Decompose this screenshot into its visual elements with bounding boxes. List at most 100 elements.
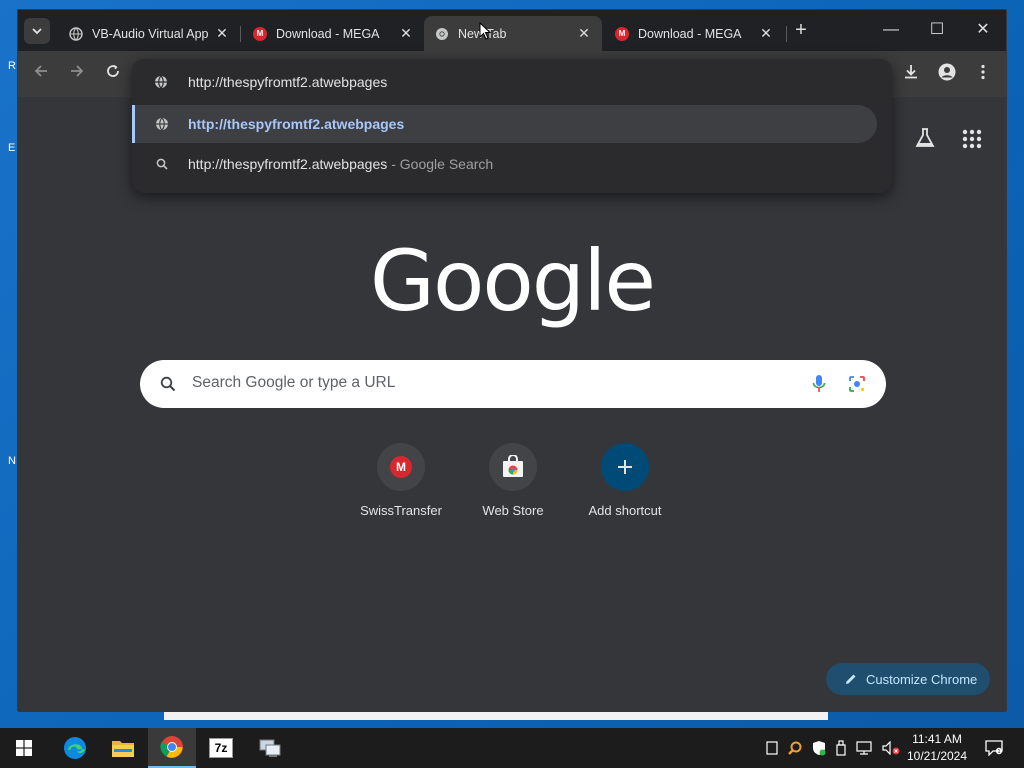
globe-icon (154, 75, 170, 89)
tab-close-icon[interactable]: ✕ (214, 25, 230, 42)
shortcut-label: Add shortcut (588, 503, 662, 518)
apps-grid-icon (962, 129, 982, 149)
taskbar-chrome[interactable] (148, 728, 196, 768)
close-window-button[interactable]: ✕ (960, 16, 1006, 46)
omnibox-suggestion-search[interactable]: http://thespyfromtf2.atwebpages - Google… (132, 145, 877, 183)
shortcut-label: SwissTransfer (360, 503, 442, 518)
tab-title: Download - MEGA (638, 26, 742, 41)
taskbar-edge[interactable] (51, 728, 99, 768)
mega-icon: M (614, 26, 630, 42)
suggestion-text: http://thespyfromtf2.atwebpages (188, 156, 388, 172)
plus-icon (618, 460, 632, 474)
minimize-button[interactable]: — (868, 16, 914, 46)
chevron-down-icon (32, 28, 42, 35)
omnibox-dropdown: http://thespyfromtf2.atwebpages http://t… (132, 59, 892, 193)
search-box[interactable]: Search Google or type a URL (140, 360, 886, 408)
tablet-mode-icon[interactable] (766, 741, 778, 755)
defender-shield-icon[interactable] (812, 740, 826, 756)
7zip-icon: 7z (209, 738, 233, 758)
shortcut-add[interactable]: Add shortcut (575, 443, 675, 518)
tab-close-icon[interactable]: ✕ (398, 25, 414, 42)
start-button[interactable] (0, 728, 48, 768)
edge-icon (64, 737, 86, 759)
chrome-icon (160, 736, 183, 758)
taskbar: 7z 11:41 AM 10/21/2024 1 (0, 728, 1024, 768)
clock-time: 11:41 AM (912, 732, 962, 746)
system-tray (766, 728, 900, 768)
windows-start-icon (16, 740, 32, 756)
new-tab-button[interactable]: + (788, 20, 814, 42)
profile-icon (938, 63, 956, 81)
shortcut-tile: M (377, 443, 425, 491)
profile-button[interactable] (936, 63, 958, 85)
notification-icon: 1 (985, 740, 1003, 756)
reload-button[interactable] (102, 63, 124, 85)
downloads-button[interactable] (900, 63, 922, 85)
back-arrow-icon (34, 65, 47, 77)
google-logo: Google (369, 232, 656, 330)
mouse-cursor-icon (479, 22, 491, 40)
forward-button[interactable] (66, 63, 88, 85)
taskbar-network-app[interactable] (246, 728, 294, 768)
omnibox-text: http://thespyfromtf2.atwebpages (188, 74, 388, 90)
taskbar-clock[interactable]: 11:41 AM 10/21/2024 (902, 731, 972, 765)
customize-label: Customize Chrome (866, 671, 978, 687)
download-icon (905, 65, 917, 79)
pencil-icon (846, 674, 856, 684)
back-button[interactable] (30, 63, 52, 85)
omnibox-suggestion-url[interactable]: http://thespyfromtf2.atwebpages (132, 105, 877, 143)
usb-device-icon[interactable] (836, 740, 846, 756)
search-icon (160, 376, 176, 392)
search-placeholder: Search Google or type a URL (192, 374, 396, 391)
tab-separator (786, 26, 787, 42)
svg-text:1: 1 (998, 749, 1001, 755)
tab-close-icon[interactable]: ✕ (758, 25, 774, 42)
taskbar-file-explorer[interactable] (99, 728, 147, 768)
clock-date: 10/21/2024 (906, 749, 968, 763)
network-icon[interactable] (856, 741, 872, 755)
web-store-icon (503, 455, 523, 477)
tab-search-button[interactable] (24, 18, 50, 44)
shortcut-tile (601, 443, 649, 491)
suggestion-suffix: - Google Search (391, 156, 494, 172)
desktop-icon-fragment: N (8, 455, 16, 467)
reload-icon (107, 65, 119, 77)
mega-icon: M (252, 26, 268, 42)
suggestion-text: http://thespyfromtf2.atwebpages (188, 116, 405, 132)
omnibox-input[interactable]: http://thespyfromtf2.atwebpages (132, 59, 892, 105)
search-key-icon[interactable] (788, 741, 802, 755)
globe-icon (68, 26, 84, 42)
tab-vb-audio[interactable]: VB-Audio Virtual App ✕ (58, 16, 240, 51)
taskbar-7zip[interactable]: 7z (197, 728, 245, 768)
tab-strip: VB-Audio Virtual App ✕ M Download - MEGA… (18, 10, 1006, 51)
desktop-icon-fragment: R (8, 60, 16, 72)
file-explorer-icon (112, 741, 134, 757)
lens-icon[interactable] (848, 375, 866, 393)
action-center-button[interactable]: 1 (976, 728, 1012, 768)
shortcut-label: Web Store (482, 503, 544, 518)
labs-button[interactable] (914, 127, 936, 149)
maximize-button[interactable]: ☐ (914, 16, 960, 46)
tab-title: New Tab (458, 26, 507, 41)
tab-title: Download - MEGA (276, 26, 380, 41)
tab-close-icon[interactable]: ✕ (576, 25, 592, 42)
voice-search-icon[interactable] (812, 374, 826, 394)
tab-title: VB-Audio Virtual App (92, 26, 209, 41)
shortcut-tile (489, 443, 537, 491)
tab-new-tab[interactable]: New Tab ✕ (424, 16, 602, 51)
tab-download-mega[interactable]: M Download - MEGA ✕ (242, 16, 424, 51)
shortcut-swisstransfer[interactable]: M SwissTransfer (351, 443, 451, 518)
google-apps-button[interactable] (962, 129, 982, 149)
more-vert-icon (981, 64, 985, 80)
desktop-icon-fragment: E (8, 142, 16, 154)
customize-chrome-button[interactable]: Customize Chrome (826, 663, 990, 695)
tab-separator (240, 26, 241, 42)
tab-download-mega-2[interactable]: M Download - MEGA ✕ (604, 16, 784, 51)
search-icon (154, 158, 170, 170)
globe-icon (154, 117, 170, 131)
browser-window: VB-Audio Virtual App ✕ M Download - MEGA… (17, 9, 1007, 712)
shortcut-web-store[interactable]: Web Store (463, 443, 563, 518)
chrome-icon (434, 26, 450, 42)
menu-button[interactable] (972, 63, 994, 85)
volume-muted-icon[interactable] (882, 741, 900, 755)
